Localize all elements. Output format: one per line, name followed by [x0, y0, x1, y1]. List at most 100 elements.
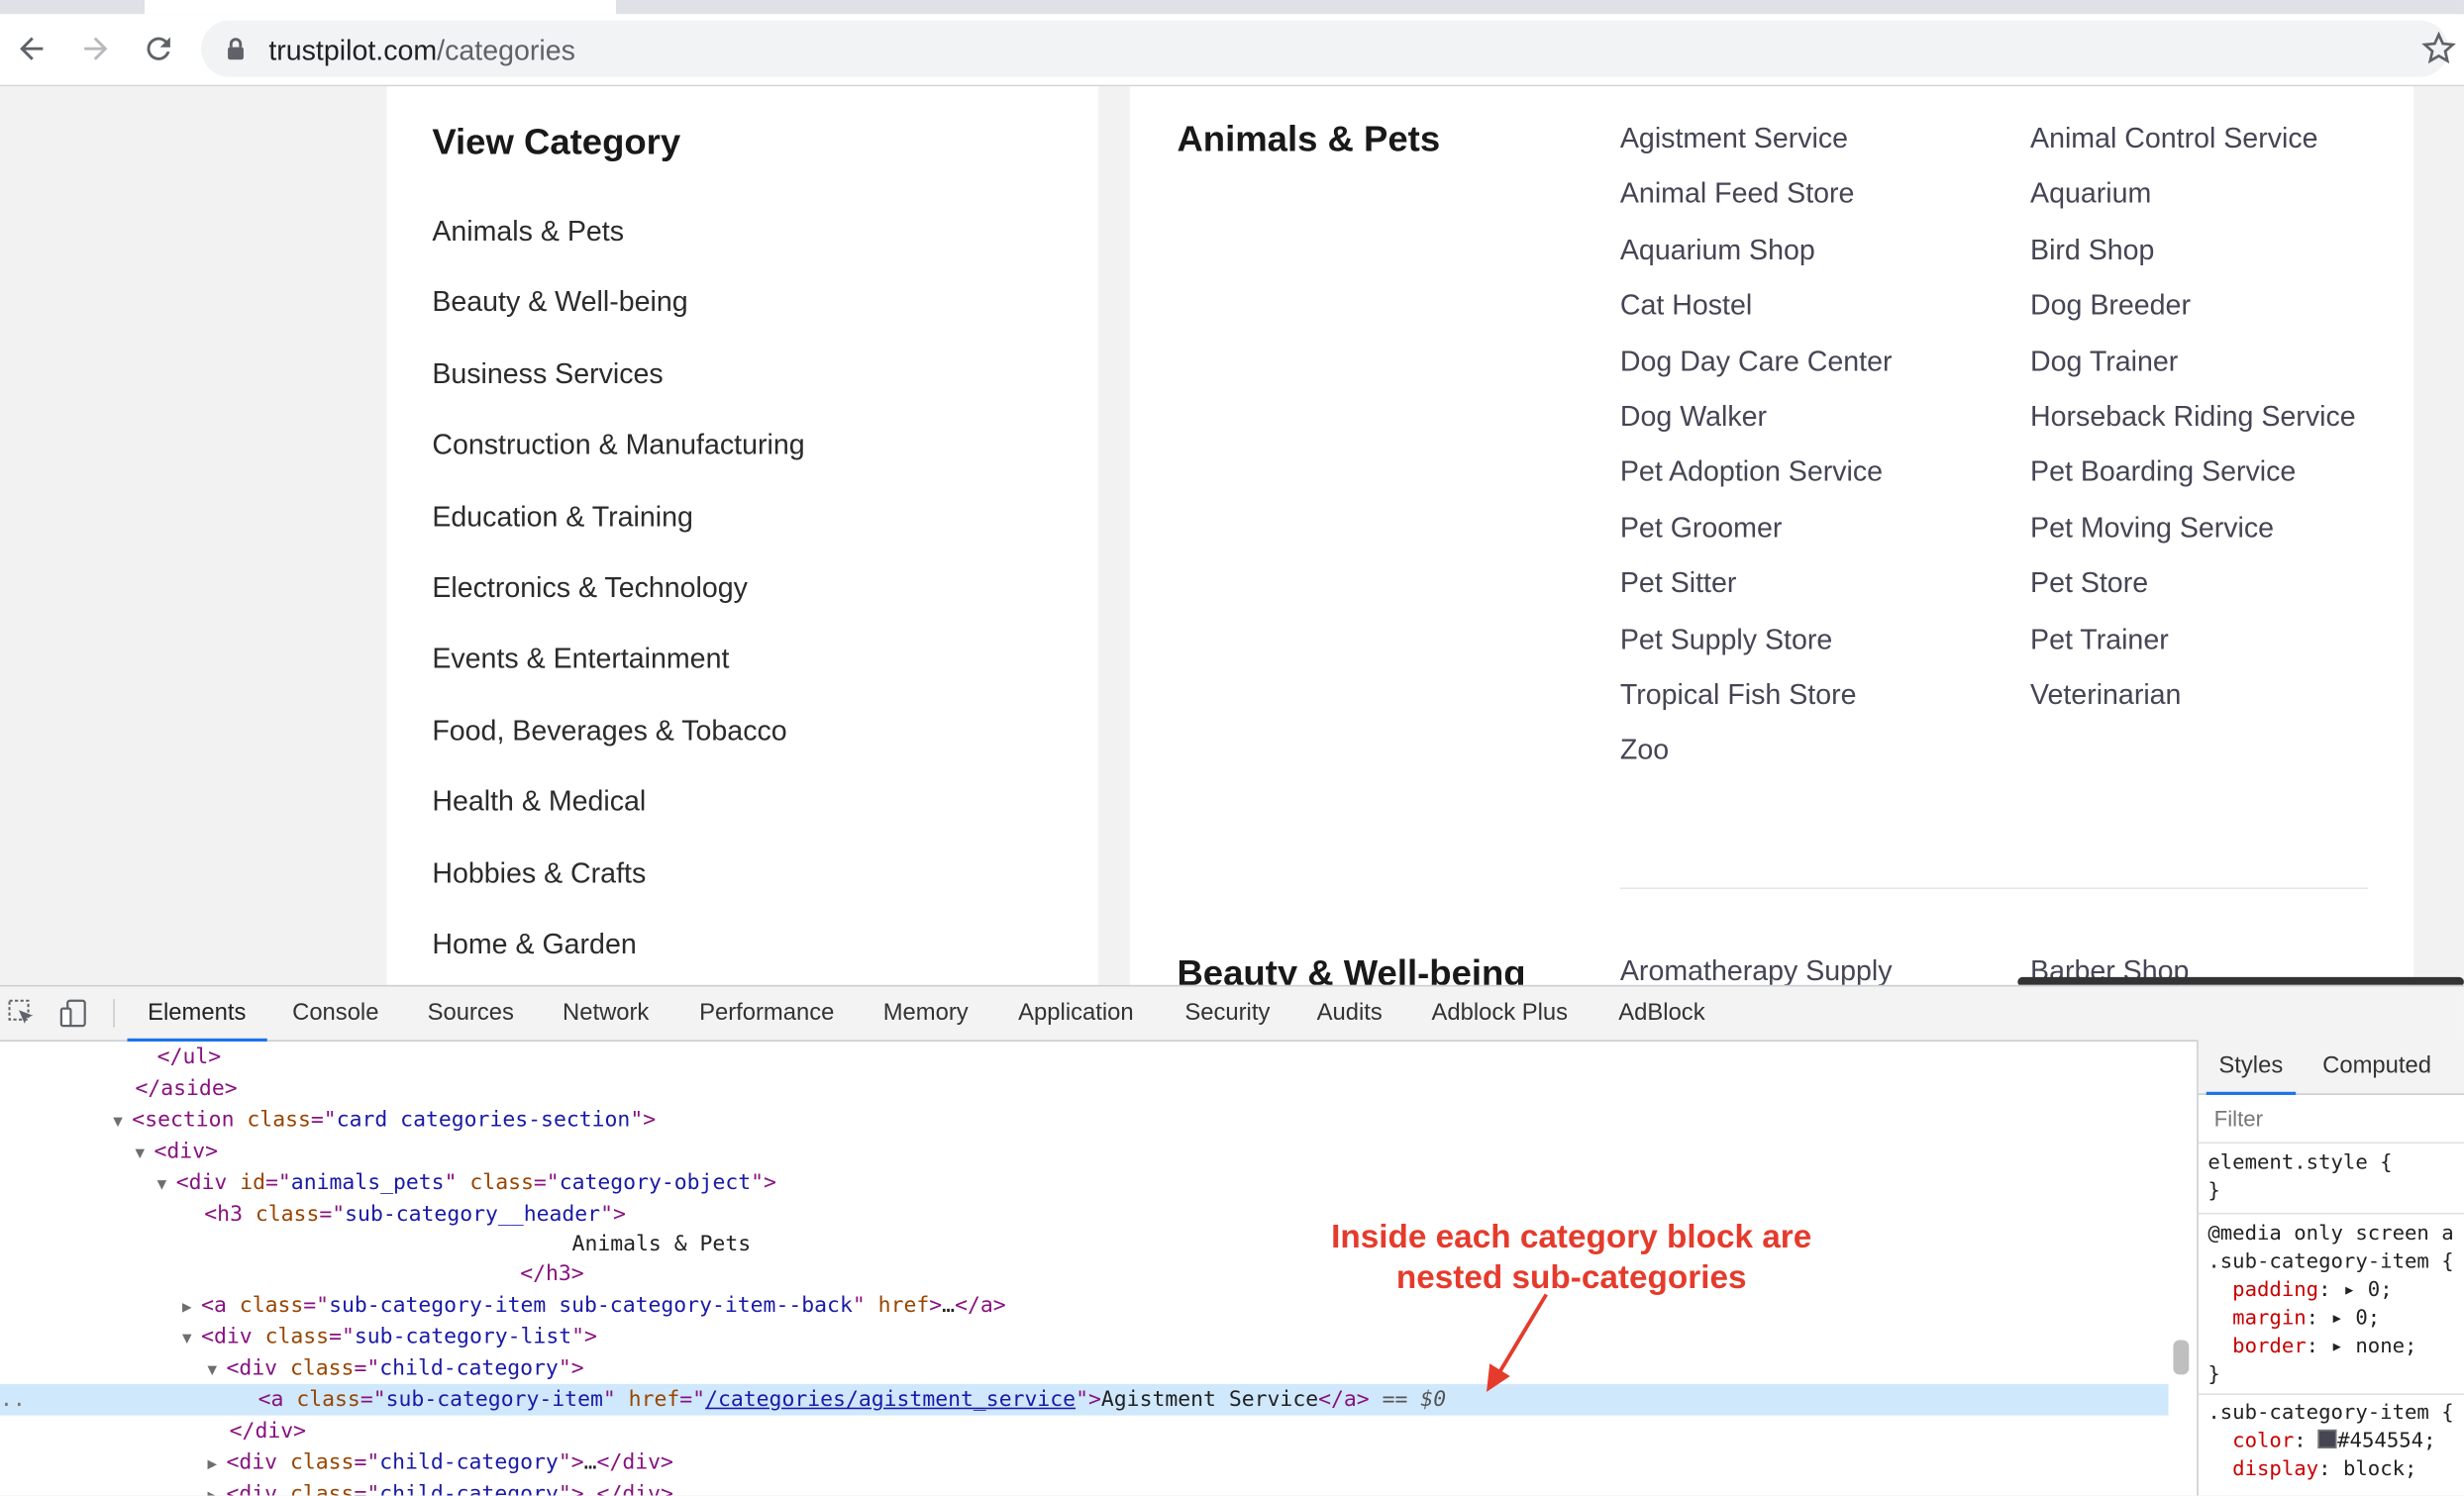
- href-link[interactable]: /categories/agistment_service: [705, 1387, 1076, 1412]
- devtools-tab-adblock-plus[interactable]: Adblock Plus: [1431, 986, 1568, 1040]
- css-property[interactable]: margin: [2232, 1307, 2307, 1331]
- devtools-tab-console[interactable]: Console: [292, 986, 378, 1040]
- devtools-tab-network[interactable]: Network: [563, 986, 649, 1040]
- expand-triangle-icon[interactable]: ▼: [207, 1355, 226, 1387]
- elements-scrollbar[interactable]: [2173, 1340, 2190, 1375]
- category-link[interactable]: Education & Training: [432, 500, 804, 571]
- category-link[interactable]: Business Services: [432, 357, 804, 429]
- subcategory-link[interactable]: Horseback Riding Service: [2030, 397, 2408, 437]
- device-toolbar-icon[interactable]: [59, 999, 88, 1028]
- subcategory-link[interactable]: Animal Control Service: [2030, 120, 2408, 159]
- css-value[interactable]: 0;: [2355, 1307, 2380, 1331]
- devtools-tab-sources[interactable]: Sources: [428, 986, 514, 1040]
- expand-triangle-icon[interactable]: ▶: [207, 1481, 226, 1496]
- subcategory-column-2: Animal Control Service Aquarium Bird Shop D…: [2030, 120, 2408, 732]
- subcategory-link[interactable]: Pet Sitter: [1620, 564, 1998, 604]
- category-link[interactable]: Food, Beverages & Tobacco: [432, 715, 804, 786]
- css-property[interactable]: padding: [2232, 1279, 2318, 1303]
- attr-value: animals_pets: [290, 1170, 445, 1196]
- expand-triangle-icon[interactable]: ▼: [157, 1170, 176, 1202]
- dom-node[interactable]: ▶<div class="child-category">…</div>: [0, 1446, 2169, 1478]
- subcategory-link[interactable]: Dog Walker: [1620, 397, 1998, 437]
- dom-node[interactable]: </h3>: [0, 1258, 2169, 1290]
- dom-node[interactable]: ▼ <div id="animals_pets" class="category-…: [0, 1167, 2169, 1199]
- category-link[interactable]: Events & Entertainment: [432, 644, 804, 715]
- subcategory-link[interactable]: Aromatherapy Supply: [1620, 955, 1893, 985]
- subcategory-link[interactable]: Pet Store: [2030, 564, 2408, 604]
- subcategory-link[interactable]: Bird Shop: [2030, 231, 2408, 270]
- css-value[interactable]: 0;: [2368, 1279, 2393, 1303]
- dom-node[interactable]: ▶ <a class="sub-category-item sub-categor…: [0, 1290, 2169, 1322]
- dom-node[interactable]: ▼ <div>: [0, 1136, 2169, 1167]
- subcategory-link[interactable]: Aquarium: [2030, 175, 2408, 215]
- styles-filter-input[interactable]: Filter: [2198, 1095, 2464, 1145]
- subcategory-link[interactable]: Aquarium Shop: [1620, 231, 1998, 270]
- forward-button[interactable]: [75, 29, 116, 69]
- dom-node[interactable]: </ul>: [0, 1042, 2169, 1073]
- subcategory-link[interactable]: Zoo: [1620, 731, 1998, 770]
- subcategory-link[interactable]: Pet Trainer: [2030, 620, 2408, 659]
- devtools-tab-security[interactable]: Security: [1184, 986, 1270, 1040]
- inspect-element-icon[interactable]: [8, 999, 37, 1028]
- category-link[interactable]: Electronics & Technology: [432, 571, 804, 643]
- subcategory-link[interactable]: Dog Breeder: [2030, 286, 2408, 326]
- category-link[interactable]: Hobbies & Crafts: [432, 857, 804, 929]
- dom-node[interactable]: <h3 class="sub-category__header">: [0, 1199, 2169, 1231]
- devtools-tab-adblock[interactable]: AdBlock: [1618, 986, 1704, 1040]
- dom-node[interactable]: ▼ <div class="child-category">: [0, 1352, 2169, 1384]
- dom-text-node[interactable]: Animals & Pets: [0, 1229, 2169, 1260]
- devtools-tab-application[interactable]: Application: [1018, 986, 1133, 1040]
- bookmark-star-icon[interactable]: [2420, 30, 2458, 67]
- expand-triangle-icon[interactable]: ▶: [182, 1293, 201, 1325]
- css-property[interactable]: color: [2232, 1430, 2294, 1453]
- css-value[interactable]: block;: [2343, 1457, 2417, 1481]
- subcategory-link[interactable]: Agistment Service: [1620, 120, 1998, 159]
- devtools-tab-performance[interactable]: Performance: [699, 986, 834, 1040]
- dom-node[interactable]: ▼ <div class="sub-category-list">: [0, 1321, 2169, 1352]
- expand-triangle-icon[interactable]: ▼: [113, 1108, 132, 1140]
- css-value[interactable]: #454554;: [2337, 1430, 2435, 1453]
- attr-value: child-category: [379, 1481, 559, 1496]
- dom-node[interactable]: </div>: [0, 1416, 2169, 1447]
- subcategory-link[interactable]: Pet Moving Service: [2030, 509, 2408, 549]
- dom-node[interactable]: ▶<div class="child-category">…</div>: [0, 1478, 2169, 1495]
- css-value[interactable]: none;: [2355, 1336, 2416, 1359]
- back-button[interactable]: [11, 29, 51, 69]
- category-link[interactable]: Construction & Manufacturing: [432, 429, 804, 500]
- subcategory-link[interactable]: Pet Groomer: [1620, 509, 1998, 549]
- category-link[interactable]: Health & Medical: [432, 786, 804, 857]
- styles-pane: Styles Computed Filter element.style { }…: [2197, 1040, 2464, 1496]
- dom-node[interactable]: </aside>: [0, 1073, 2169, 1105]
- category-link[interactable]: Animals & Pets: [432, 215, 804, 286]
- subcategory-link[interactable]: Animal Feed Store: [1620, 175, 1998, 215]
- address-bar[interactable]: trustpilot.com/categories: [201, 20, 2456, 77]
- reload-button[interactable]: [139, 29, 179, 69]
- expand-triangle-icon[interactable]: ▼: [135, 1139, 154, 1170]
- devtools-tab-elements[interactable]: Elements: [127, 986, 266, 1042]
- subcategory-link[interactable]: Pet Supply Store: [1620, 620, 1998, 659]
- tab-computed[interactable]: Computed: [2322, 1040, 2431, 1093]
- subcategory-link[interactable]: Veterinarian: [2030, 675, 2408, 715]
- selected-dom-node[interactable]: .. <a class="sub-category-item" href="/ca…: [0, 1383, 2169, 1416]
- color-swatch[interactable]: [2318, 1429, 2338, 1448]
- dom-node[interactable]: ▼ <section class="card categories-section…: [0, 1104, 2169, 1136]
- rule-close: }: [2207, 1363, 2220, 1388]
- subcategory-link[interactable]: Dog Trainer: [2030, 342, 2408, 381]
- subcategory-link[interactable]: Pet Adoption Service: [1620, 453, 1998, 493]
- expand-triangle-icon[interactable]: ▼: [182, 1325, 201, 1356]
- category-link[interactable]: Beauty & Well-being: [432, 286, 804, 357]
- devtools-tab-audits[interactable]: Audits: [1317, 986, 1383, 1040]
- active-tab[interactable]: [144, 0, 616, 15]
- category-link[interactable]: Home & Garden: [432, 929, 804, 985]
- subcategory-link[interactable]: Pet Boarding Service: [2030, 453, 2408, 493]
- url-host: trustpilot.com: [268, 34, 438, 66]
- subcategory-link[interactable]: Dog Day Care Center: [1620, 342, 1998, 381]
- expand-triangle-icon[interactable]: ▶: [207, 1450, 226, 1482]
- subcategory-link[interactable]: Cat Hostel: [1620, 286, 1998, 326]
- devtools-tab-memory[interactable]: Memory: [883, 986, 969, 1040]
- css-property[interactable]: border: [2232, 1336, 2307, 1359]
- subcategory-link[interactable]: Tropical Fish Store: [1620, 675, 1998, 715]
- category-list: Animals & Pets Beauty & Well-being Busines…: [432, 215, 804, 984]
- tab-styles[interactable]: Styles: [2206, 1040, 2296, 1095]
- css-property[interactable]: display: [2232, 1457, 2318, 1481]
